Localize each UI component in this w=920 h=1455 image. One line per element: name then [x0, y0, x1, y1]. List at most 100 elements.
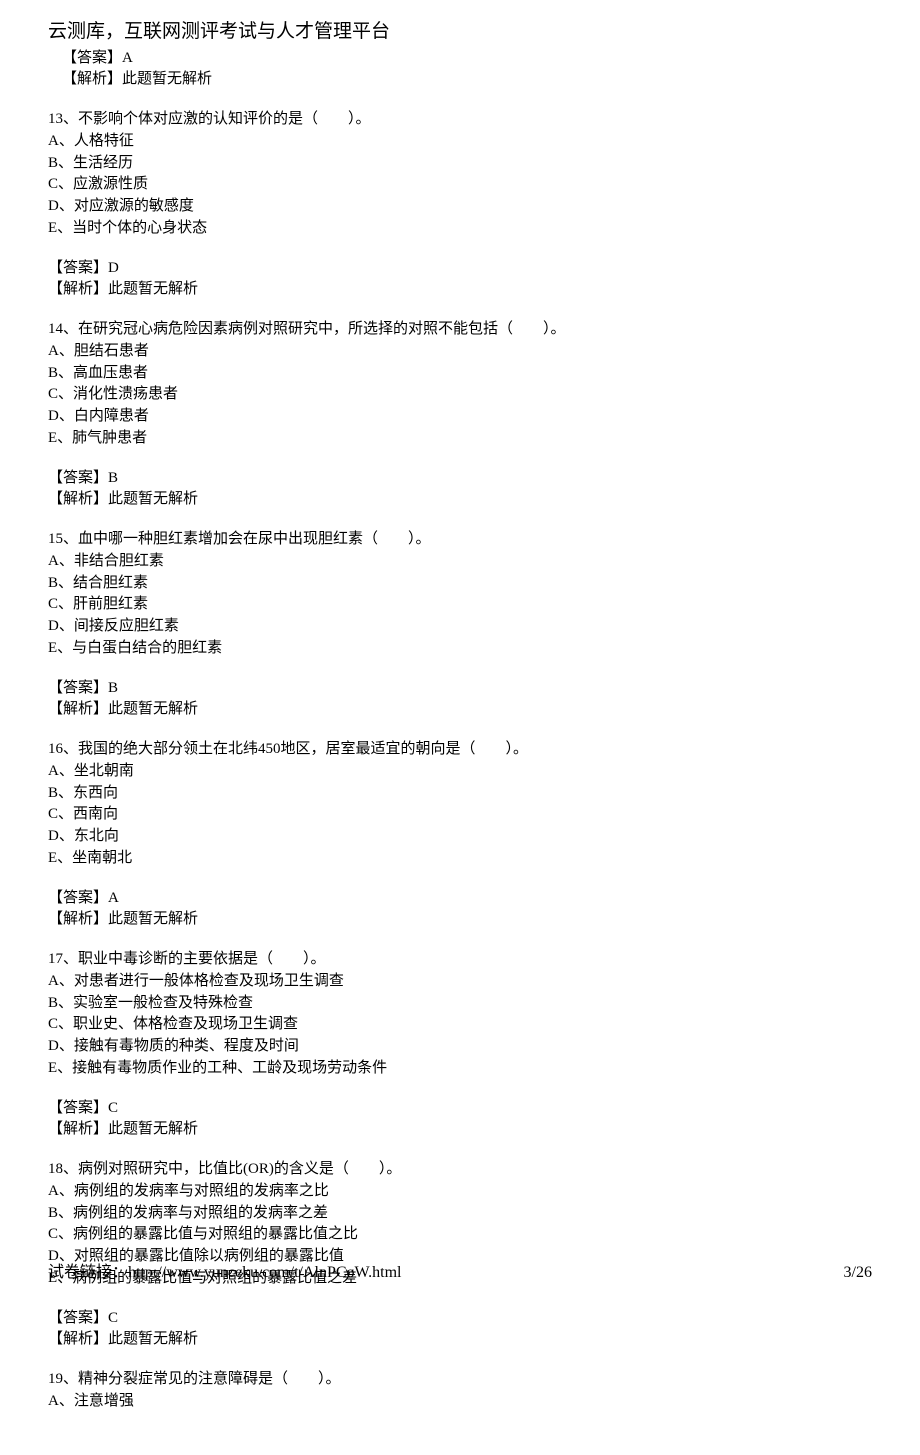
- question-option: D、接触有毒物质的种类、程度及时间: [48, 1036, 872, 1058]
- question-number: 13、: [48, 111, 78, 127]
- question-option: B、实验室一般检查及特殊检查: [48, 993, 872, 1015]
- question-block: 14、在研究冠心病危险因素病例对照研究中，所选择的对照不能包括（ ）。A、胆结石…: [48, 319, 872, 511]
- question-block: 18、病例对照研究中，比值比(OR)的含义是（ ）。A、病例组的发病率与对照组的…: [48, 1159, 872, 1351]
- question-block: 16、我国的绝大部分领土在北纬450地区，居室最适宜的朝向是（ ）。A、坐北朝南…: [48, 739, 872, 931]
- question-option: E、当时个体的心身状态: [48, 218, 872, 240]
- question-option: C、病例组的暴露比值与对照组的暴露比值之比: [48, 1224, 872, 1246]
- question-option: E、与白蛋白结合的胆红素: [48, 638, 872, 660]
- answer-line: 【答案】B: [48, 468, 872, 490]
- answer-label: 【答案】: [48, 470, 108, 486]
- question-stem: 17、职业中毒诊断的主要依据是（ ）。: [48, 949, 872, 971]
- footer-link-label: 试卷链接：: [48, 1264, 128, 1281]
- analysis-value: 此题暂无解析: [108, 1331, 198, 1347]
- question-option: E、接触有毒物质作业的工种、工龄及现场劳动条件: [48, 1058, 872, 1080]
- question-option: A、病例组的发病率与对照组的发病率之比: [48, 1181, 872, 1203]
- answer-line: 【答案】D: [48, 258, 872, 280]
- question-text: 我国的绝大部分领土在北纬450地区，居室最适宜的朝向是（ ）。: [78, 741, 528, 757]
- question-number: 16、: [48, 741, 78, 757]
- answer-value: A: [108, 890, 119, 906]
- analysis-line: 【解析】此题暂无解析: [48, 699, 872, 721]
- question-option: C、应激源性质: [48, 174, 872, 196]
- analysis-value: 此题暂无解析: [108, 281, 198, 297]
- analysis-value: 此题暂无解析: [108, 911, 198, 927]
- footer-link-url: http://www.yunceku.com/t/AlnPCoW.html: [128, 1264, 401, 1281]
- analysis-label: 【解析】: [48, 911, 108, 927]
- analysis-value: 此题暂无解析: [108, 1121, 198, 1137]
- answer-label: 【答案】: [48, 1100, 108, 1116]
- question-text: 精神分裂症常见的注意障碍是（ ）。: [78, 1371, 341, 1387]
- q19-partial-block: 19、精神分裂症常见的注意障碍是（ ）。 A、注意增强: [48, 1369, 872, 1413]
- answer-value: A: [122, 50, 133, 66]
- question-option: A、坐北朝南: [48, 761, 872, 783]
- question-option: B、结合胆红素: [48, 573, 872, 595]
- answer-line: 【答案】B: [48, 678, 872, 700]
- question-number: 15、: [48, 531, 78, 547]
- question-text: 职业中毒诊断的主要依据是（ ）。: [78, 951, 326, 967]
- question-text: 在研究冠心病危险因素病例对照研究中，所选择的对照不能包括（ ）。: [78, 321, 566, 337]
- answer-value: B: [108, 470, 118, 486]
- question-option: B、病例组的发病率与对照组的发病率之差: [48, 1203, 872, 1225]
- footer-link: 试卷链接：http://www.yunceku.com/t/AlnPCoW.ht…: [48, 1261, 402, 1284]
- analysis-label: 【解析】: [48, 491, 108, 507]
- question-option: E、肺气肿患者: [48, 428, 872, 450]
- question-block: 15、血中哪一种胆红素增加会在尿中出现胆红素（ ）。A、非结合胆红素B、结合胆红…: [48, 529, 872, 721]
- question-option: C、消化性溃疡患者: [48, 384, 872, 406]
- answer-label: 【答案】: [48, 680, 108, 696]
- answer-line: 【答案】C: [48, 1308, 872, 1330]
- question-option: A、胆结石患者: [48, 341, 872, 363]
- question-option: A、人格特征: [48, 131, 872, 153]
- analysis-line: 【解析】此题暂无解析: [48, 489, 872, 511]
- question-option: C、职业史、体格检查及现场卫生调查: [48, 1014, 872, 1036]
- question-stem: 14、在研究冠心病危险因素病例对照研究中，所选择的对照不能包括（ ）。: [48, 319, 872, 341]
- q12-answer-block: 【答案】A 【解析】此题暂无解析: [62, 48, 872, 92]
- question-option: C、西南向: [48, 804, 872, 826]
- page-header-title: 云测库，互联网测评考试与人才管理平台: [48, 18, 872, 46]
- question-block: 17、职业中毒诊断的主要依据是（ ）。A、对患者进行一般体格检查及现场卫生调查B…: [48, 949, 872, 1141]
- answer-label: 【答案】: [48, 260, 108, 276]
- q12-analysis-line: 【解析】此题暂无解析: [62, 69, 872, 91]
- analysis-label: 【解析】: [62, 71, 122, 87]
- question-number: 19、: [48, 1371, 78, 1387]
- question-option: A、对患者进行一般体格检查及现场卫生调查: [48, 971, 872, 993]
- analysis-line: 【解析】此题暂无解析: [48, 1329, 872, 1351]
- analysis-label: 【解析】: [48, 701, 108, 717]
- answer-value: B: [108, 680, 118, 696]
- answer-value: D: [108, 260, 119, 276]
- analysis-value: 此题暂无解析: [122, 71, 212, 87]
- question-option: D、东北向: [48, 826, 872, 848]
- page-footer: 试卷链接：http://www.yunceku.com/t/AlnPCoW.ht…: [48, 1261, 872, 1284]
- question-text: 病例对照研究中，比值比(OR)的含义是（ ）。: [78, 1161, 401, 1177]
- question-number: 18、: [48, 1161, 78, 1177]
- question-option: B、高血压患者: [48, 363, 872, 385]
- answer-line: 【答案】A: [48, 888, 872, 910]
- question-block: 13、不影响个体对应激的认知评价的是（ ）。A、人格特征B、生活经历C、应激源性…: [48, 109, 872, 301]
- question-option: A、非结合胆红素: [48, 551, 872, 573]
- analysis-label: 【解析】: [48, 1331, 108, 1347]
- analysis-value: 此题暂无解析: [108, 701, 198, 717]
- q19-option-a: A、注意增强: [48, 1391, 872, 1413]
- analysis-line: 【解析】此题暂无解析: [48, 909, 872, 931]
- answer-label: 【答案】: [62, 50, 122, 66]
- answer-line: 【答案】C: [48, 1098, 872, 1120]
- question-option: C、肝前胆红素: [48, 594, 872, 616]
- q19-stem: 19、精神分裂症常见的注意障碍是（ ）。: [48, 1369, 872, 1391]
- question-stem: 16、我国的绝大部分领土在北纬450地区，居室最适宜的朝向是（ ）。: [48, 739, 872, 761]
- question-option: B、东西向: [48, 783, 872, 805]
- analysis-line: 【解析】此题暂无解析: [48, 279, 872, 301]
- question-option: D、对应激源的敏感度: [48, 196, 872, 218]
- question-option: D、白内障患者: [48, 406, 872, 428]
- question-stem: 15、血中哪一种胆红素增加会在尿中出现胆红素（ ）。: [48, 529, 872, 551]
- question-number: 17、: [48, 951, 78, 967]
- page-number: 3/26: [844, 1261, 872, 1284]
- answer-value: C: [108, 1310, 118, 1326]
- analysis-label: 【解析】: [48, 1121, 108, 1137]
- question-text: 血中哪一种胆红素增加会在尿中出现胆红素（ ）。: [78, 531, 431, 547]
- question-option: B、生活经历: [48, 153, 872, 175]
- question-option: D、间接反应胆红素: [48, 616, 872, 638]
- question-option: E、坐南朝北: [48, 848, 872, 870]
- answer-label: 【答案】: [48, 1310, 108, 1326]
- question-stem: 18、病例对照研究中，比值比(OR)的含义是（ ）。: [48, 1159, 872, 1181]
- answer-value: C: [108, 1100, 118, 1116]
- question-number: 14、: [48, 321, 78, 337]
- analysis-value: 此题暂无解析: [108, 491, 198, 507]
